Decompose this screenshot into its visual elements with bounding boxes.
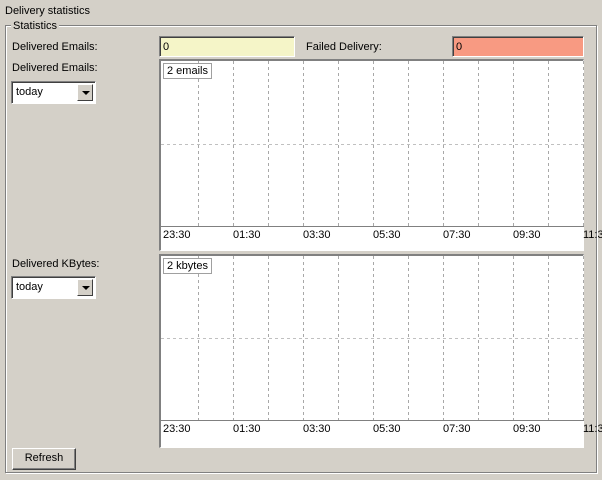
kbytes-chart: 2 kbytes 23:30 01:30 03:30 05:30 07:30 09:30 1… — [159, 254, 602, 448]
groupbox-legend: Statistics — [11, 20, 60, 32]
emails-period-select[interactable]: today — [11, 81, 96, 104]
kbytes-chart-scale-label: 2 kbytes — [163, 258, 212, 274]
failed-delivery-label: Failed Delivery: — [306, 41, 382, 53]
x-tick-label: 23:30 — [163, 423, 191, 435]
x-tick-label: 01:30 — [233, 229, 261, 241]
x-tick-label: 09:30 — [513, 229, 541, 241]
x-tick-label: 09:30 — [513, 423, 541, 435]
kbytes-chart-grid — [161, 256, 584, 421]
failed-delivery-field[interactable] — [452, 36, 584, 57]
kbytes-chart-label: Delivered KBytes: — [12, 258, 100, 270]
x-tick-label: 11:30 — [583, 423, 602, 435]
page-title: Delivery statistics — [5, 5, 90, 17]
chevron-down-icon — [82, 91, 90, 95]
kbytes-period-select[interactable]: today — [11, 276, 96, 299]
emails-chart-label: Delivered Emails: — [12, 62, 98, 74]
x-tick-label: 03:30 — [303, 423, 331, 435]
emails-chart: 2 emails 23:30 01:30 03:30 05:30 07:30 09:30 1… — [159, 59, 602, 251]
x-tick-label: 05:30 — [373, 229, 401, 241]
kbytes-period-value: today — [16, 281, 43, 293]
x-tick-label: 01:30 — [233, 423, 261, 435]
delivered-emails-field[interactable] — [159, 36, 295, 57]
chevron-down-icon — [82, 286, 90, 290]
refresh-button[interactable]: Refresh — [12, 448, 76, 470]
x-tick-label: 23:30 — [163, 229, 191, 241]
kbytes-period-dropdown-button[interactable] — [77, 279, 93, 296]
x-tick-label: 07:30 — [443, 229, 471, 241]
x-tick-label: 11:30 — [583, 229, 602, 241]
emails-chart-scale-label: 2 emails — [163, 63, 212, 79]
delivered-emails-label: Delivered Emails: — [12, 41, 98, 53]
emails-period-value: today — [16, 86, 43, 98]
emails-period-dropdown-button[interactable] — [77, 84, 93, 101]
emails-chart-grid — [161, 61, 584, 227]
x-tick-label: 07:30 — [443, 423, 471, 435]
x-tick-label: 05:30 — [373, 423, 401, 435]
x-tick-label: 03:30 — [303, 229, 331, 241]
